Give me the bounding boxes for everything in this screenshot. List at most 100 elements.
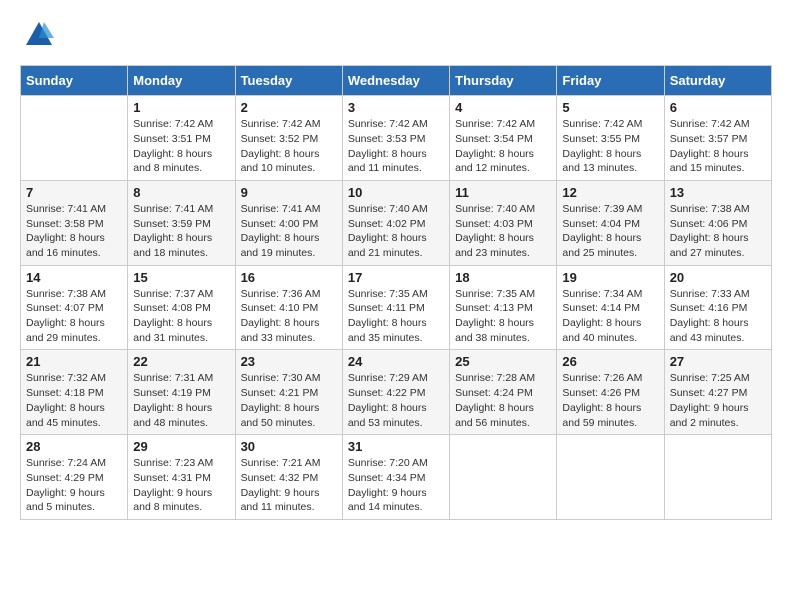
- day-info: Sunrise: 7:38 AM Sunset: 4:07 PM Dayligh…: [26, 287, 122, 346]
- day-number: 5: [562, 100, 658, 115]
- header-cell-sunday: Sunday: [21, 66, 128, 96]
- day-info: Sunrise: 7:42 AM Sunset: 3:51 PM Dayligh…: [133, 117, 229, 176]
- calendar-cell: 13 Sunrise: 7:38 AM Sunset: 4:06 PM Dayli…: [664, 180, 771, 265]
- header-cell-friday: Friday: [557, 66, 664, 96]
- day-number: 30: [241, 439, 337, 454]
- day-info: Sunrise: 7:24 AM Sunset: 4:29 PM Dayligh…: [26, 456, 122, 515]
- day-info: Sunrise: 7:38 AM Sunset: 4:06 PM Dayligh…: [670, 202, 766, 261]
- week-row-3: 14 Sunrise: 7:38 AM Sunset: 4:07 PM Dayli…: [21, 265, 772, 350]
- day-number: 6: [670, 100, 766, 115]
- header-cell-saturday: Saturday: [664, 66, 771, 96]
- day-info: Sunrise: 7:41 AM Sunset: 4:00 PM Dayligh…: [241, 202, 337, 261]
- week-row-2: 7 Sunrise: 7:41 AM Sunset: 3:58 PM Daylig…: [21, 180, 772, 265]
- header-cell-monday: Monday: [128, 66, 235, 96]
- calendar-cell: 5 Sunrise: 7:42 AM Sunset: 3:55 PM Daylig…: [557, 96, 664, 181]
- day-info: Sunrise: 7:32 AM Sunset: 4:18 PM Dayligh…: [26, 371, 122, 430]
- calendar-cell: 30 Sunrise: 7:21 AM Sunset: 4:32 PM Dayli…: [235, 435, 342, 520]
- calendar-cell: 9 Sunrise: 7:41 AM Sunset: 4:00 PM Daylig…: [235, 180, 342, 265]
- day-number: 10: [348, 185, 444, 200]
- day-info: Sunrise: 7:39 AM Sunset: 4:04 PM Dayligh…: [562, 202, 658, 261]
- day-number: 13: [670, 185, 766, 200]
- day-info: Sunrise: 7:37 AM Sunset: 4:08 PM Dayligh…: [133, 287, 229, 346]
- calendar-cell: 15Sunrise: 7:37 AM Sunset: 4:08 PM Dayli…: [128, 265, 235, 350]
- day-number: 19: [562, 270, 658, 285]
- logo: [20, 20, 54, 55]
- calendar-cell: 22 Sunrise: 7:31 AM Sunset: 4:19 PM Dayli…: [128, 350, 235, 435]
- calendar-body: 1 Sunrise: 7:42 AM Sunset: 3:51 PM Daylig…: [21, 96, 772, 520]
- day-info: Sunrise: 7:20 AM Sunset: 4:34 PM Dayligh…: [348, 456, 444, 515]
- calendar-cell: 4Sunrise: 7:42 AM Sunset: 3:54 PM Daylig…: [450, 96, 557, 181]
- calendar-cell: 1 Sunrise: 7:42 AM Sunset: 3:51 PM Daylig…: [128, 96, 235, 181]
- day-info: Sunrise: 7:40 AM Sunset: 4:02 PM Dayligh…: [348, 202, 444, 261]
- day-info: Sunrise: 7:26 AM Sunset: 4:26 PM Dayligh…: [562, 371, 658, 430]
- day-info: Sunrise: 7:30 AM Sunset: 4:21 PM Dayligh…: [241, 371, 337, 430]
- calendar-cell: 21 Sunrise: 7:32 AM Sunset: 4:18 PM Dayli…: [21, 350, 128, 435]
- day-info: Sunrise: 7:42 AM Sunset: 3:53 PM Dayligh…: [348, 117, 444, 176]
- calendar-cell: 19 Sunrise: 7:34 AM Sunset: 4:14 PM Dayli…: [557, 265, 664, 350]
- day-info: Sunrise: 7:42 AM Sunset: 3:55 PM Dayligh…: [562, 117, 658, 176]
- calendar-cell: 14 Sunrise: 7:38 AM Sunset: 4:07 PM Dayli…: [21, 265, 128, 350]
- day-info: Sunrise: 7:36 AM Sunset: 4:10 PM Dayligh…: [241, 287, 337, 346]
- day-info: Sunrise: 7:33 AM Sunset: 4:16 PM Dayligh…: [670, 287, 766, 346]
- day-number: 21: [26, 354, 122, 369]
- calendar-cell: 26 Sunrise: 7:26 AM Sunset: 4:26 PM Dayli…: [557, 350, 664, 435]
- calendar-cell: 24 Sunrise: 7:29 AM Sunset: 4:22 PM Dayli…: [342, 350, 449, 435]
- day-number: 23: [241, 354, 337, 369]
- day-number: 18: [455, 270, 551, 285]
- week-row-1: 1 Sunrise: 7:42 AM Sunset: 3:51 PM Daylig…: [21, 96, 772, 181]
- day-number: 20: [670, 270, 766, 285]
- day-number: 26: [562, 354, 658, 369]
- calendar-cell: 28 Sunrise: 7:24 AM Sunset: 4:29 PM Dayli…: [21, 435, 128, 520]
- day-number: 31: [348, 439, 444, 454]
- calendar-cell: 12 Sunrise: 7:39 AM Sunset: 4:04 PM Dayli…: [557, 180, 664, 265]
- day-info: Sunrise: 7:29 AM Sunset: 4:22 PM Dayligh…: [348, 371, 444, 430]
- day-number: 27: [670, 354, 766, 369]
- day-number: 17: [348, 270, 444, 285]
- calendar-cell: 3 Sunrise: 7:42 AM Sunset: 3:53 PM Daylig…: [342, 96, 449, 181]
- day-info: Sunrise: 7:23 AM Sunset: 4:31 PM Dayligh…: [133, 456, 229, 515]
- page-header: [20, 20, 772, 55]
- week-row-4: 21 Sunrise: 7:32 AM Sunset: 4:18 PM Dayli…: [21, 350, 772, 435]
- calendar-cell: 6 Sunrise: 7:42 AM Sunset: 3:57 PM Daylig…: [664, 96, 771, 181]
- calendar-cell: 25Sunrise: 7:28 AM Sunset: 4:24 PM Dayli…: [450, 350, 557, 435]
- day-number: 9: [241, 185, 337, 200]
- day-number: 1: [133, 100, 229, 115]
- calendar-cell: [21, 96, 128, 181]
- calendar-header: SundayMondayTuesdayWednesdayThursdayFrid…: [21, 66, 772, 96]
- calendar-cell: 2Sunrise: 7:42 AM Sunset: 3:52 PM Daylig…: [235, 96, 342, 181]
- calendar-cell: [450, 435, 557, 520]
- day-info: Sunrise: 7:35 AM Sunset: 4:11 PM Dayligh…: [348, 287, 444, 346]
- day-info: Sunrise: 7:34 AM Sunset: 4:14 PM Dayligh…: [562, 287, 658, 346]
- calendar-cell: 18 Sunrise: 7:35 AM Sunset: 4:13 PM Dayli…: [450, 265, 557, 350]
- day-info: Sunrise: 7:41 AM Sunset: 3:58 PM Dayligh…: [26, 202, 122, 261]
- day-number: 3: [348, 100, 444, 115]
- day-info: Sunrise: 7:31 AM Sunset: 4:19 PM Dayligh…: [133, 371, 229, 430]
- calendar-cell: 23 Sunrise: 7:30 AM Sunset: 4:21 PM Dayli…: [235, 350, 342, 435]
- day-number: 7: [26, 185, 122, 200]
- calendar-cell: [664, 435, 771, 520]
- day-info: Sunrise: 7:25 AM Sunset: 4:27 PM Dayligh…: [670, 371, 766, 430]
- header-cell-thursday: Thursday: [450, 66, 557, 96]
- day-number: 2: [241, 100, 337, 115]
- header-cell-wednesday: Wednesday: [342, 66, 449, 96]
- calendar-cell: 8Sunrise: 7:41 AM Sunset: 3:59 PM Daylig…: [128, 180, 235, 265]
- calendar-cell: 31 Sunrise: 7:20 AM Sunset: 4:34 PM Dayli…: [342, 435, 449, 520]
- day-info: Sunrise: 7:35 AM Sunset: 4:13 PM Dayligh…: [455, 287, 551, 346]
- day-info: Sunrise: 7:41 AM Sunset: 3:59 PM Dayligh…: [133, 202, 229, 261]
- day-number: 28: [26, 439, 122, 454]
- day-info: Sunrise: 7:21 AM Sunset: 4:32 PM Dayligh…: [241, 456, 337, 515]
- day-number: 24: [348, 354, 444, 369]
- calendar-cell: [557, 435, 664, 520]
- day-number: 22: [133, 354, 229, 369]
- header-row: SundayMondayTuesdayWednesdayThursdayFrid…: [21, 66, 772, 96]
- day-info: Sunrise: 7:28 AM Sunset: 4:24 PM Dayligh…: [455, 371, 551, 430]
- calendar-cell: 7 Sunrise: 7:41 AM Sunset: 3:58 PM Daylig…: [21, 180, 128, 265]
- calendar-cell: 16Sunrise: 7:36 AM Sunset: 4:10 PM Dayli…: [235, 265, 342, 350]
- day-number: 29: [133, 439, 229, 454]
- day-number: 12: [562, 185, 658, 200]
- calendar-cell: 17 Sunrise: 7:35 AM Sunset: 4:11 PM Dayli…: [342, 265, 449, 350]
- day-number: 14: [26, 270, 122, 285]
- header-cell-tuesday: Tuesday: [235, 66, 342, 96]
- calendar-cell: 10 Sunrise: 7:40 AM Sunset: 4:02 PM Dayli…: [342, 180, 449, 265]
- day-info: Sunrise: 7:42 AM Sunset: 3:57 PM Dayligh…: [670, 117, 766, 176]
